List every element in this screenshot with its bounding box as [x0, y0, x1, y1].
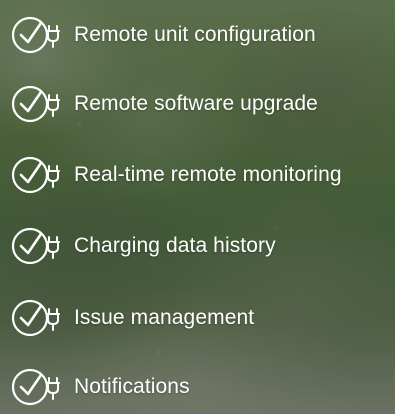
feature-list: Remote unit configuration Remote softwar… — [0, 0, 395, 414]
check-circle-plug-icon — [11, 156, 60, 194]
check-circle-plug-icon — [11, 85, 60, 123]
feature-item-issue-management: Issue management — [10, 296, 254, 340]
feature-item-remote-unit-configuration: Remote unit configuration — [10, 13, 316, 57]
feature-label: Issue management — [74, 306, 255, 329]
feature-label: Remote unit configuration — [74, 23, 316, 46]
check-circle-plug-icon — [11, 368, 60, 406]
check-circle-plug-icon — [11, 299, 60, 337]
check-circle-plug-icon — [11, 16, 60, 54]
feature-label: Remote software upgrade — [74, 92, 318, 115]
feature-item-notifications: Notifications — [10, 365, 190, 409]
feature-item-charging-data-history: Charging data history — [10, 224, 276, 268]
feature-item-remote-software-upgrade: Remote software upgrade — [10, 82, 318, 126]
feature-label: Real-time remote monitoring — [74, 163, 342, 186]
check-circle-plug-icon — [11, 227, 60, 265]
feature-item-real-time-remote-monitoring: Real-time remote monitoring — [10, 153, 342, 197]
feature-label: Charging data history — [74, 234, 276, 257]
feature-label: Notifications — [74, 375, 190, 398]
